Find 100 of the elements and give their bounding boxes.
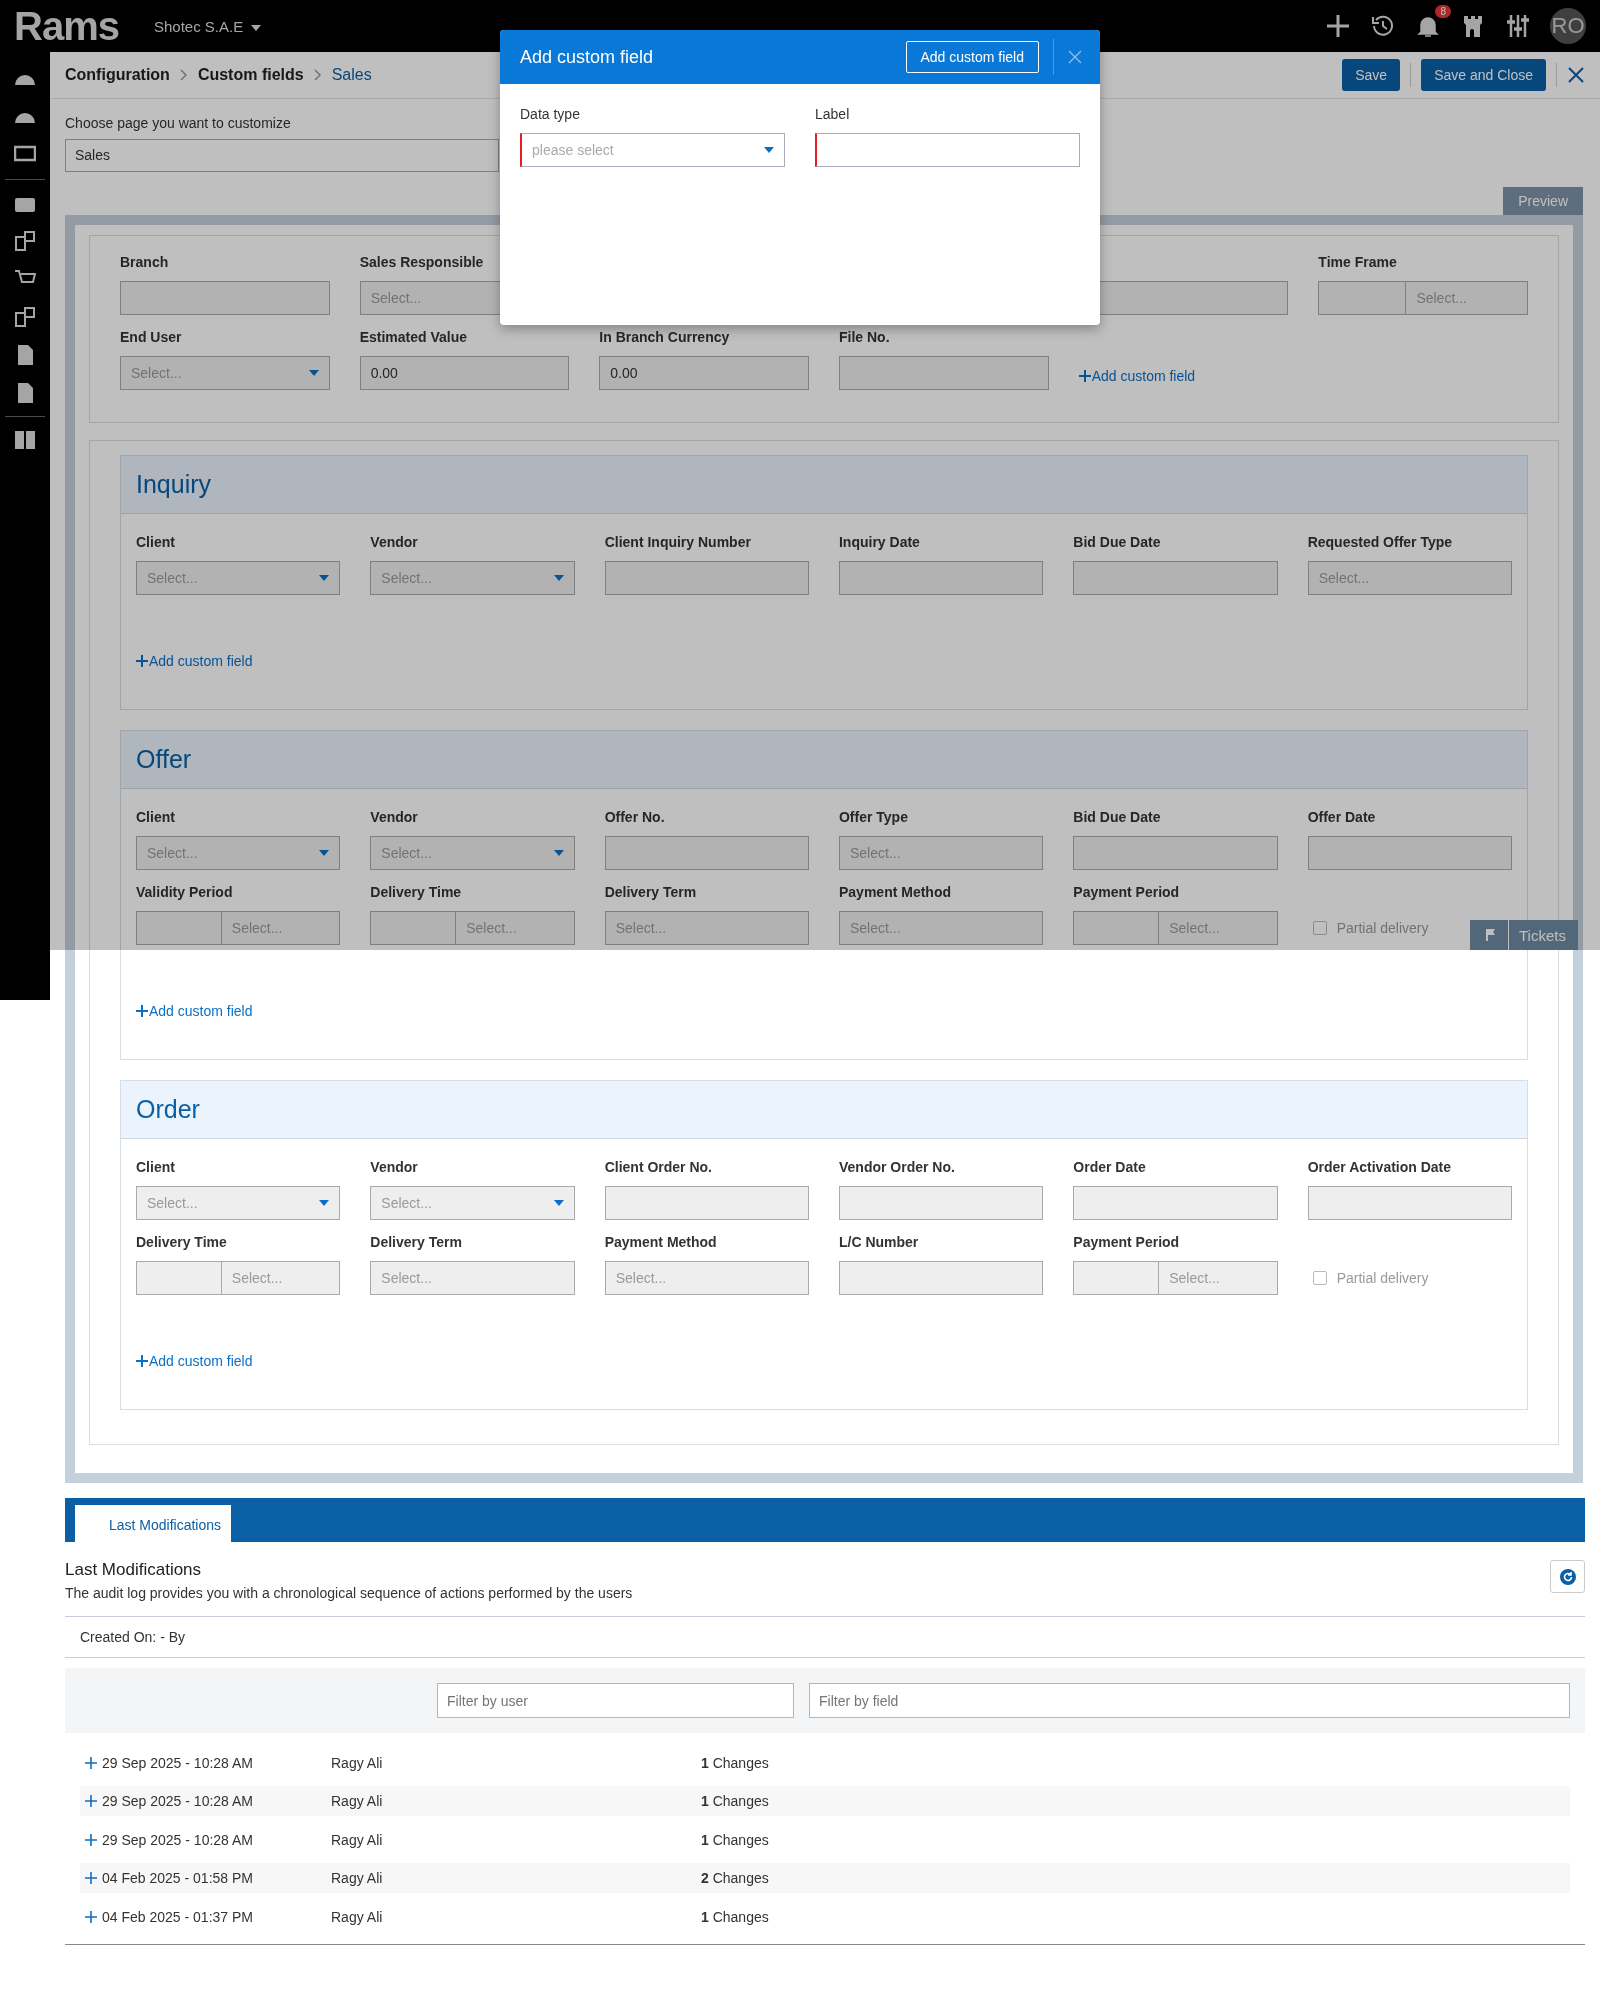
field-label: Delivery Term <box>604 884 698 902</box>
input-field[interactable] <box>1307 1186 1512 1220</box>
grid-icon[interactable] <box>14 429 36 451</box>
add-custom-field-link[interactable]: Add custom field <box>1078 368 1196 384</box>
dropdown-field[interactable]: Select... <box>370 1186 575 1220</box>
dropdown-field[interactable]: Select... <box>370 561 575 595</box>
select-field[interactable]: Select... <box>1159 1261 1278 1295</box>
plus-icon <box>136 655 148 667</box>
add-custom-field-link[interactable]: Add custom field <box>136 1353 253 1369</box>
select-field[interactable]: Select... <box>221 911 341 945</box>
input-field[interactable] <box>839 1186 1044 1220</box>
field-label: Offer Type <box>839 809 909 827</box>
tickets-button[interactable]: Tickets <box>1470 920 1578 950</box>
close-icon[interactable] <box>1567 66 1585 84</box>
table-cell-text: 04 Feb 2025 - 01:58 PM <box>102 1870 254 1886</box>
table-cell-text: Ragy Ali <box>331 1793 384 1809</box>
field-label: Inquiry Date <box>839 534 921 552</box>
sliders-icon[interactable] <box>1505 13 1531 39</box>
input-field[interactable]: Select... <box>839 836 1044 870</box>
dropdown-field[interactable]: Select... <box>120 356 330 390</box>
add-custom-field-button[interactable]: Add custom field <box>905 41 1039 73</box>
expand-icon[interactable] <box>85 1833 97 1846</box>
dropdown-field[interactable]: Select... <box>136 561 341 595</box>
checkbox[interactable] <box>1312 921 1327 935</box>
refresh-button[interactable] <box>1550 1560 1585 1593</box>
dialog-title: Add custom field <box>520 46 654 68</box>
breadcrumb-item[interactable]: Custom fields <box>197 66 304 84</box>
page-select[interactable]: Sales <box>65 139 499 172</box>
history-icon[interactable] <box>1370 13 1396 39</box>
input-field[interactable] <box>1307 836 1512 870</box>
input-field[interactable] <box>604 1186 809 1220</box>
field-label: Sales Responsible <box>359 254 485 272</box>
input-field[interactable] <box>136 911 222 945</box>
logo[interactable]: Rams <box>14 3 154 49</box>
dropdown-field[interactable]: please select <box>520 133 785 167</box>
input-field[interactable] <box>839 561 1044 595</box>
section-header: Inquiry <box>121 456 1527 514</box>
section-header: Offer <box>121 731 1527 789</box>
select-field[interactable]: Select... <box>221 1261 341 1295</box>
caret-icon <box>308 370 319 376</box>
checkbox[interactable] <box>1312 1271 1327 1285</box>
input-field[interactable]: Select... <box>604 911 809 945</box>
expand-icon[interactable] <box>85 1910 97 1923</box>
input-field[interactable] <box>1318 281 1407 315</box>
checkbox-label: Partial delivery <box>1336 1270 1429 1286</box>
company-selector[interactable]: Shotec S.A.E <box>154 17 262 35</box>
breadcrumb-item[interactable]: Sales <box>331 66 372 84</box>
table-cell-text: 29 Sep 2025 - 10:28 AM <box>102 1793 254 1809</box>
field-label: Order Activation Date <box>1307 1159 1453 1177</box>
user-avatar[interactable]: RO <box>1550 8 1586 44</box>
input-field[interactable] <box>120 281 330 315</box>
input-field[interactable]: 0.00 <box>359 356 570 390</box>
filter-field[interactable]: Filter by field <box>809 1683 1570 1718</box>
boxes-icon[interactable] <box>14 306 36 328</box>
dropdown-field[interactable]: Select... <box>370 836 575 870</box>
dropdown-field[interactable]: Select... <box>136 836 341 870</box>
input-field[interactable] <box>815 133 1080 167</box>
caret-icon <box>251 25 262 31</box>
filter-field[interactable]: Filter by user <box>437 1683 794 1718</box>
caret-icon <box>553 850 564 856</box>
plus-icon[interactable] <box>1325 13 1351 39</box>
expand-icon[interactable] <box>85 1756 97 1769</box>
preview-tab[interactable]: Preview <box>1503 187 1583 215</box>
input-field[interactable]: Select... <box>839 911 1044 945</box>
input-field[interactable]: Select... <box>1307 561 1512 595</box>
breadcrumb-item[interactable]: Configuration <box>65 66 170 84</box>
dropdown-field[interactable]: Select... <box>136 1186 341 1220</box>
input-field[interactable]: 0.00 <box>599 356 809 390</box>
tab[interactable]: Last Modifications <box>75 1505 232 1542</box>
input-field[interactable]: Select... <box>370 1261 575 1295</box>
select-field[interactable]: Select... <box>1406 281 1528 315</box>
input-field[interactable] <box>1073 911 1160 945</box>
input-field[interactable] <box>1073 836 1278 870</box>
input-field[interactable] <box>839 356 1049 390</box>
input-field[interactable] <box>604 836 809 870</box>
caret-icon <box>553 575 564 581</box>
expand-icon[interactable] <box>85 1795 97 1807</box>
checkbox-label: Partial delivery <box>1336 920 1429 936</box>
input-field[interactable] <box>1073 1261 1160 1295</box>
add-custom-field-link[interactable]: Add custom field <box>136 1003 253 1019</box>
field-label: Payment Period <box>1073 884 1181 902</box>
input-field[interactable]: Select... <box>604 1261 809 1295</box>
field-label: Data type <box>520 106 581 122</box>
field-label: Bid Due Date <box>1073 809 1162 827</box>
boxes-icon[interactable] <box>14 230 36 252</box>
input-field[interactable] <box>136 1261 222 1295</box>
expand-icon[interactable] <box>85 1872 97 1884</box>
input-field[interactable] <box>604 561 809 595</box>
close-icon[interactable] <box>1068 50 1082 64</box>
select-field[interactable]: Select... <box>1159 911 1278 945</box>
field-label: Client Order No. <box>604 1159 713 1177</box>
input-field[interactable] <box>370 911 457 945</box>
add-custom-field-link[interactable]: Add custom field <box>136 653 253 669</box>
input-field[interactable] <box>839 1261 1044 1295</box>
input-field[interactable] <box>1073 561 1278 595</box>
save-button[interactable]: Save <box>1342 59 1401 91</box>
input-field[interactable] <box>1073 1186 1278 1220</box>
save-button[interactable]: Save and Close <box>1421 59 1546 91</box>
select-field[interactable]: Select... <box>456 911 575 945</box>
created-info: Created On: - By <box>65 1617 1585 1658</box>
